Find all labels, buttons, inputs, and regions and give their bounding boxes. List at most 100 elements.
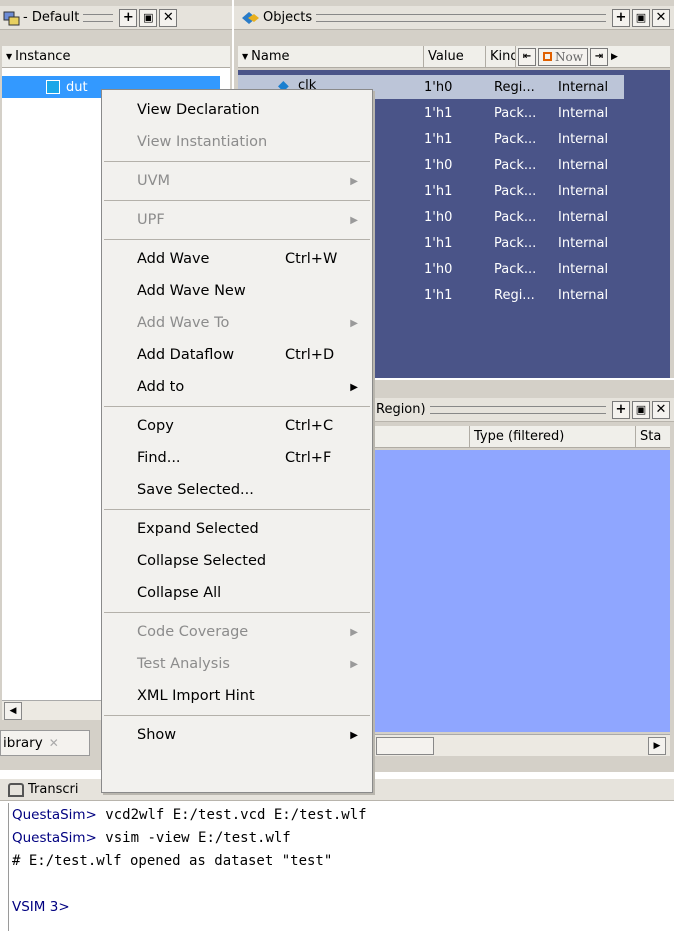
object-value: 1'h0 <box>424 261 453 277</box>
menu-item-view-declaration[interactable]: View Declaration <box>102 94 372 126</box>
menu-item-label: Add Wave New <box>137 283 246 299</box>
name-column-header[interactable]: ▼ Name <box>238 46 424 67</box>
menu-item-label: Collapse Selected <box>137 553 267 569</box>
kind-column-header[interactable]: Kind <box>486 46 516 67</box>
menu-item-add-wave[interactable]: Add Wave Ctrl+W <box>102 243 372 275</box>
transcript-title: Transcri <box>28 782 79 797</box>
object-value: 1'h1 <box>424 183 453 199</box>
menu-item-add-dataflow[interactable]: Add Dataflow Ctrl+D <box>102 339 372 371</box>
menu-item-test-analysis[interactable]: Test Analysis ▶ <box>102 648 372 680</box>
menu-item-label: Test Analysis <box>137 656 230 672</box>
menu-item-shortcut: Ctrl+F <box>285 450 332 466</box>
object-kind: Pack... <box>494 209 537 225</box>
now-button[interactable]: Now <box>538 47 588 66</box>
menu-item-add-wave-to[interactable]: Add Wave To ▶ <box>102 307 372 339</box>
menu-item-find[interactable]: Find... Ctrl+F <box>102 442 372 474</box>
console-text: # E:/test.wlf opened as dataset "test" <box>12 852 333 869</box>
toolbar-more-icon[interactable]: ▶ <box>611 52 618 62</box>
menu-item-collapse-all[interactable]: Collapse All <box>102 577 372 609</box>
add-pane-button[interactable]: + <box>119 8 138 27</box>
menu-item-label: Code Coverage <box>137 624 249 640</box>
tab-library[interactable]: ibrary ✕ <box>0 730 90 756</box>
instance-header: ▼ Instance <box>2 46 230 68</box>
object-value: 1'h0 <box>424 209 453 225</box>
menu-item-label: XML Import Hint <box>137 688 255 704</box>
menu-item-xml-import-hint[interactable]: XML Import Hint <box>102 680 372 712</box>
objects-toolbar: ⇤ Now ⇥ ▶ <box>516 46 618 67</box>
console-prompt: QuestaSim> <box>12 829 97 846</box>
transcript-console[interactable]: QuestaSim> vcd2wlf E:/test.vcd E:/test.w… <box>8 803 674 931</box>
processes-pane-grip[interactable] <box>429 405 606 414</box>
menu-item-add-wave-new[interactable]: Add Wave New <box>102 275 372 307</box>
objects-pane-grip[interactable] <box>316 13 606 22</box>
menu-item-show[interactable]: Show ▶ <box>102 719 372 751</box>
processes-add-pane-button[interactable]: + <box>612 400 630 419</box>
menu-item-expand-selected[interactable]: Expand Selected <box>102 513 372 545</box>
object-value: 1'h0 <box>424 79 453 95</box>
objects-add-pane-button[interactable]: + <box>612 8 630 27</box>
menu-item-label: View Instantiation <box>137 134 268 150</box>
close-pane-button[interactable]: ✕ <box>159 8 178 27</box>
sort-icon: ▼ <box>6 52 13 61</box>
sort-icon: ▼ <box>242 52 249 61</box>
value-column-header[interactable]: Value <box>424 46 486 67</box>
menu-item-collapse-selected[interactable]: Collapse Selected <box>102 545 372 577</box>
menu-separator <box>104 239 370 240</box>
menu-separator <box>104 406 370 407</box>
objects-pane-title: Objects <box>263 10 313 25</box>
object-kind: Pack... <box>494 235 537 251</box>
menu-item-label: Copy <box>137 418 174 434</box>
object-kind: Regi... <box>494 79 535 95</box>
menu-item-save-selected[interactable]: Save Selected... <box>102 474 372 506</box>
menu-item-label: Collapse All <box>137 585 222 601</box>
menu-item-label: Expand Selected <box>137 521 259 537</box>
menu-item-view-instantiation[interactable]: View Instantiation <box>102 126 372 158</box>
objects-undock-button[interactable]: ▣ <box>632 8 650 27</box>
menu-item-uvm[interactable]: UVM ▶ <box>102 165 372 197</box>
objects-header: ▼ Name Value Kind ⇤ Now ⇥ ▶ <box>238 46 670 68</box>
processes-scroll-thumb[interactable] <box>376 737 434 755</box>
context-menu: View Declaration View Instantiation UVM ▶ UP… <box>101 89 373 793</box>
menu-item-label: Add to <box>137 379 185 395</box>
state-column-header[interactable]: Sta <box>636 426 670 447</box>
step-back-icon[interactable]: ⇤ <box>518 47 536 66</box>
menu-item-upf[interactable]: UPF ▶ <box>102 204 372 236</box>
object-kind: Pack... <box>494 157 537 173</box>
object-mode: Internal <box>558 131 609 147</box>
transcript-line: QuestaSim> vsim -view E:/test.wlf <box>9 826 674 849</box>
console-prompt: QuestaSim> <box>12 806 97 823</box>
processes-pane-title: Region) <box>376 402 426 417</box>
object-mode: Internal <box>558 79 609 95</box>
type-column-header[interactable]: Type (filtered) <box>470 426 636 447</box>
close-tab-icon[interactable]: ✕ <box>49 736 59 750</box>
submenu-arrow-icon: ▶ <box>350 214 358 226</box>
scroll-left-button[interactable]: ◀ <box>4 702 22 720</box>
submenu-arrow-icon: ▶ <box>350 658 358 670</box>
console-text: vcd2wlf E:/test.vcd E:/test.wlf <box>96 806 367 823</box>
menu-item-label: Add Dataflow <box>137 347 235 363</box>
object-kind: Pack... <box>494 131 537 147</box>
submenu-arrow-icon: ▶ <box>350 626 358 638</box>
transcript-line <box>9 872 674 895</box>
undock-button[interactable]: ▣ <box>139 8 158 27</box>
instance-pane-grip[interactable] <box>83 13 114 22</box>
menu-item-add-to[interactable]: Add to ▶ <box>102 371 372 403</box>
submenu-arrow-icon: ▶ <box>350 175 358 187</box>
menu-separator <box>104 161 370 162</box>
menu-item-label: Find... <box>137 450 181 466</box>
transcript-line: # E:/test.wlf opened as dataset "test" <box>9 849 674 872</box>
processes-undock-button[interactable]: ▣ <box>632 400 650 419</box>
object-mode: Internal <box>558 209 609 225</box>
processes-close-button[interactable]: ✕ <box>652 400 670 419</box>
menu-item-label: Show <box>137 727 177 743</box>
object-value: 1'h1 <box>424 105 453 121</box>
menu-item-copy[interactable]: Copy Ctrl+C <box>102 410 372 442</box>
menu-item-code-coverage[interactable]: Code Coverage ▶ <box>102 616 372 648</box>
objects-close-button[interactable]: ✕ <box>652 8 670 27</box>
step-forward-icon[interactable]: ⇥ <box>590 47 608 66</box>
instance-pane-title: - Default <box>23 10 80 25</box>
object-mode: Internal <box>558 287 609 303</box>
instance-column-header[interactable]: ▼ Instance <box>2 46 230 67</box>
menu-item-label: View Declaration <box>137 102 260 118</box>
scroll-right-button[interactable]: ▶ <box>648 737 666 755</box>
